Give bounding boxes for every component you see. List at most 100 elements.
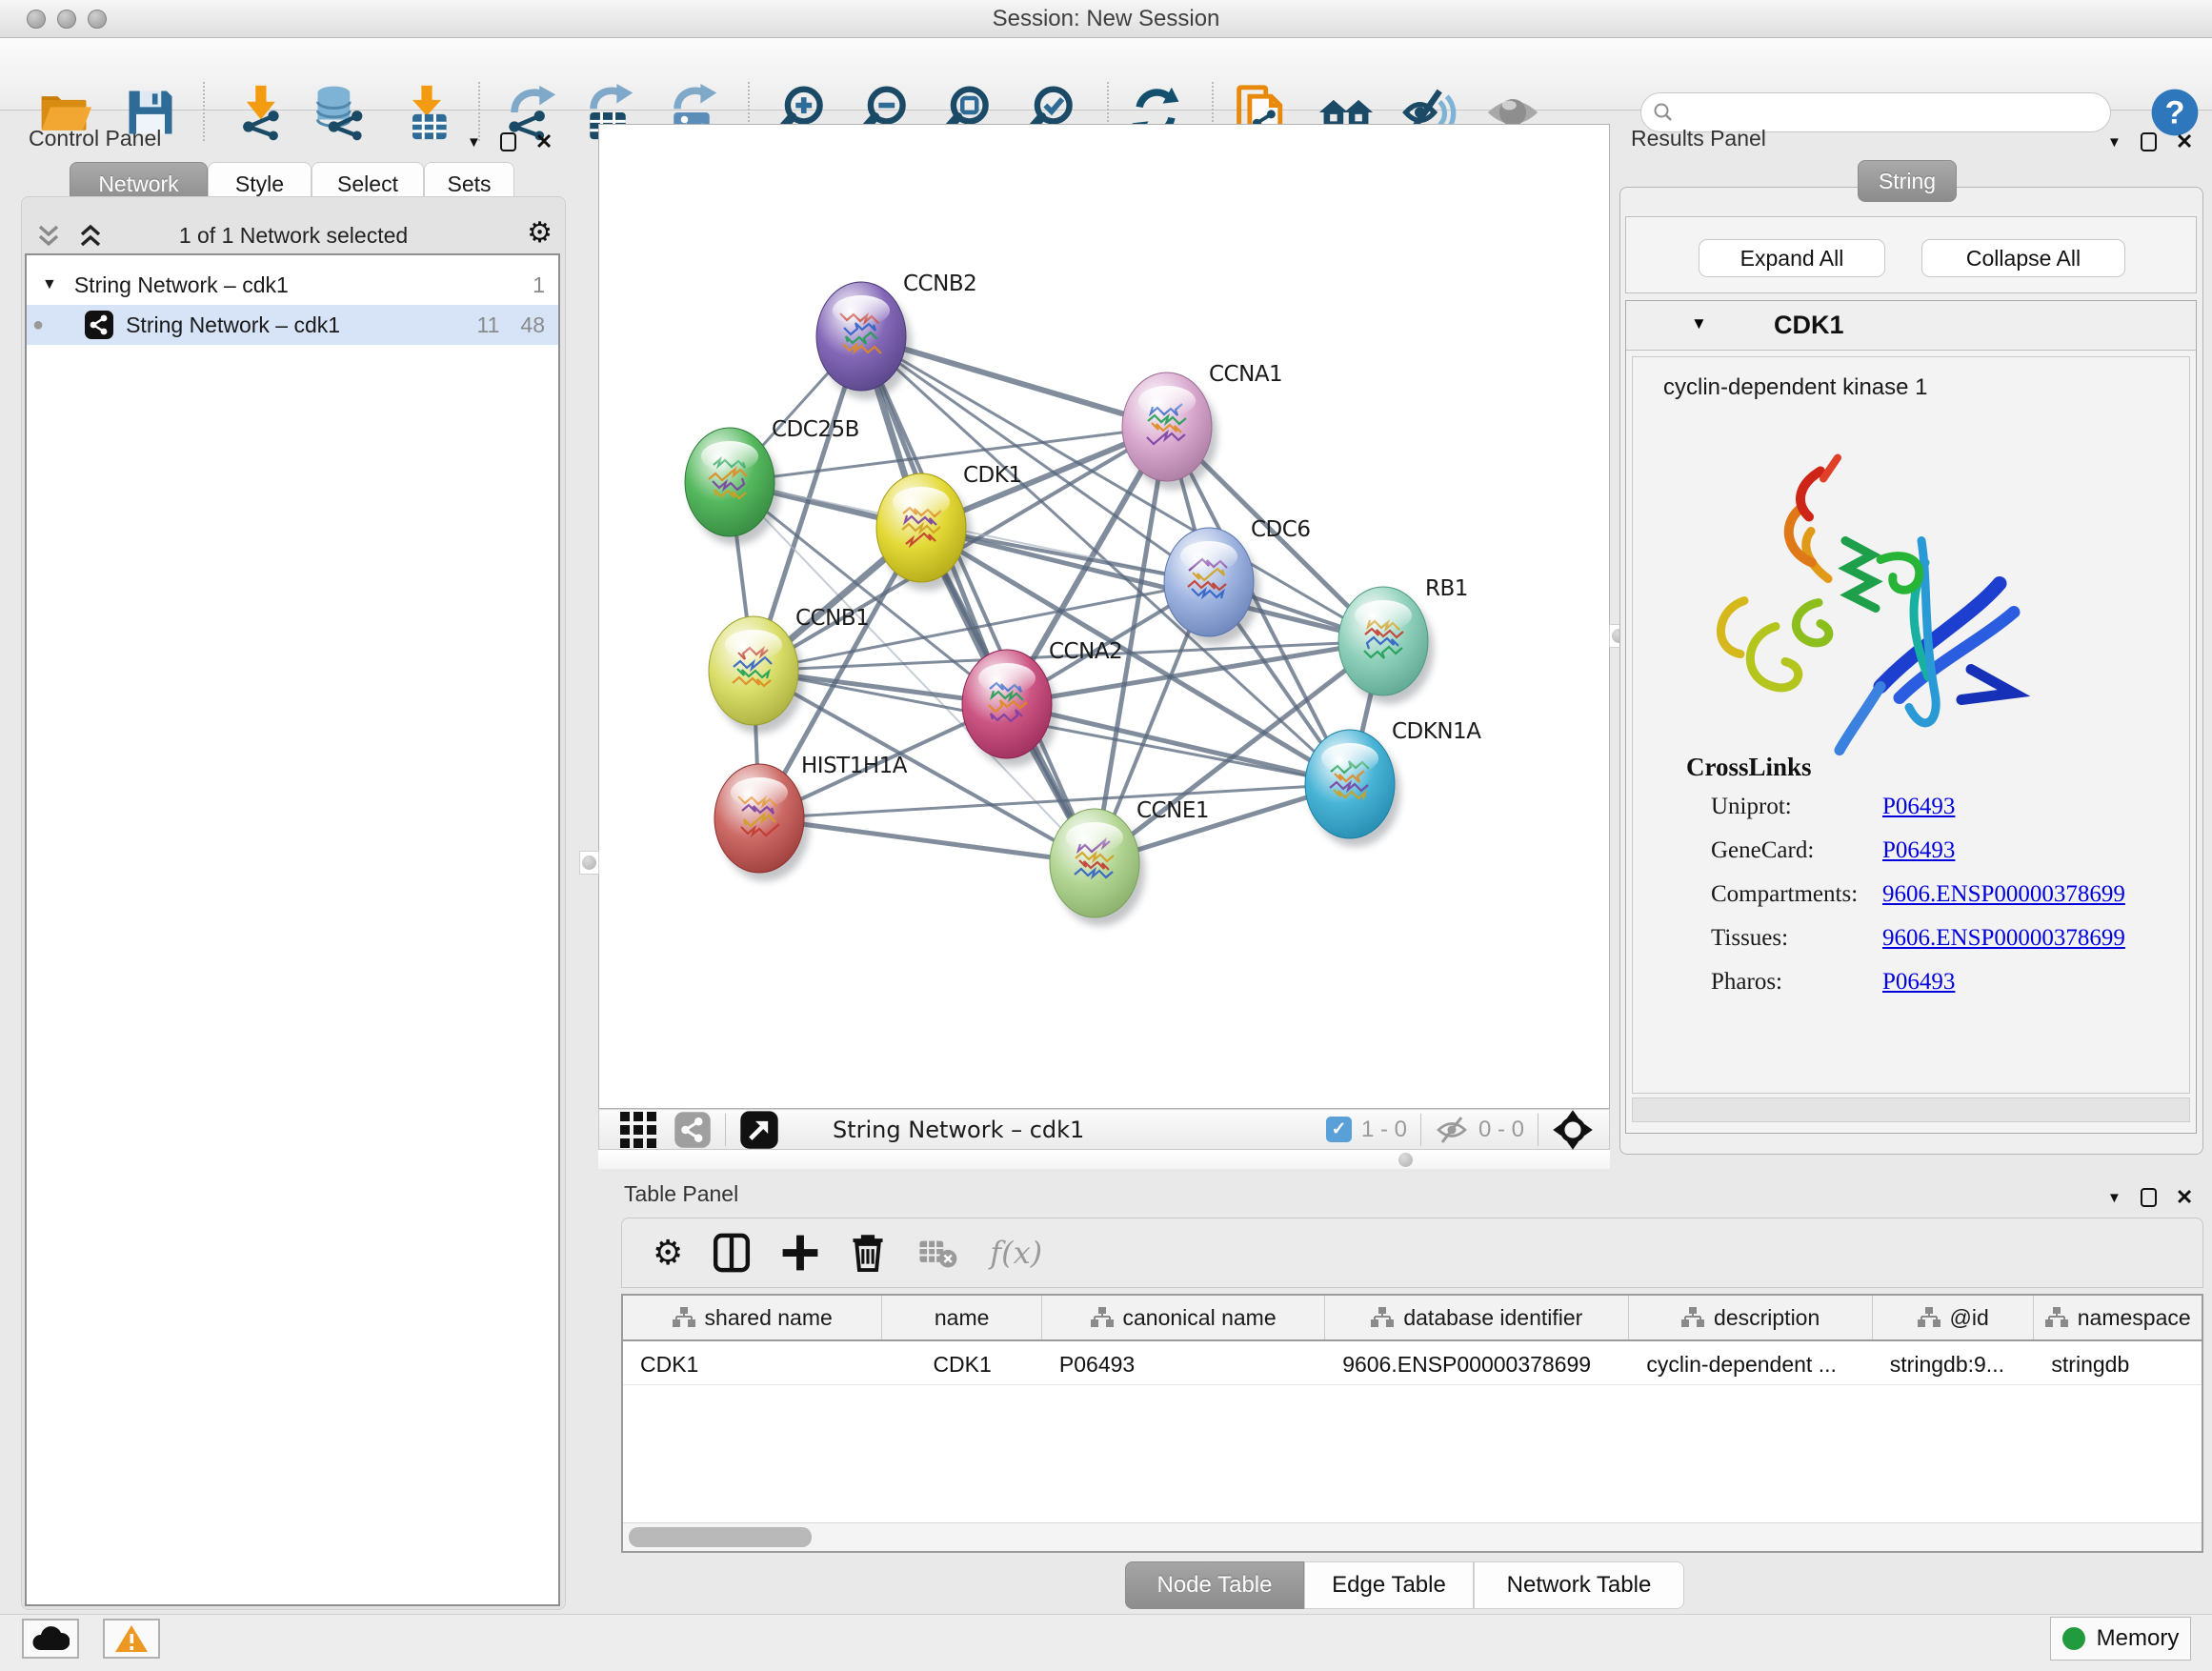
network-node-CDKN1A[interactable]: CDKN1A	[1305, 719, 1481, 847]
selected-checkbox-icon[interactable]: ✓	[1326, 1117, 1352, 1142]
column-header[interactable]: shared name	[623, 1296, 882, 1339]
panel-float-icon[interactable]	[2141, 132, 2157, 151]
network-node-CCNE1[interactable]: CCNE1	[1050, 798, 1209, 926]
network-options-gear-icon[interactable]: ⚙	[527, 219, 553, 248]
panel-menu-icon[interactable]: ▼	[2107, 1190, 2122, 1206]
panel-close-icon[interactable]: ✕	[2176, 130, 2193, 154]
column-header[interactable]: @id	[1873, 1296, 2035, 1339]
results-panel-controls: ▼ ✕	[2107, 130, 2193, 154]
network-status-dot-icon: ●	[32, 314, 44, 336]
panel-menu-icon[interactable]: ▼	[467, 134, 481, 151]
collapse-all-button[interactable]: Collapse All	[1921, 239, 2125, 277]
column-tree-icon	[1918, 1307, 1941, 1328]
collection-count: 1	[533, 272, 545, 298]
table-tabs: Node Table Edge Table Network Table	[1125, 1561, 1684, 1609]
column-header[interactable]: database identifier	[1325, 1296, 1629, 1339]
column-tree-icon	[1091, 1307, 1114, 1328]
tab-node-table[interactable]: Node Table	[1125, 1561, 1304, 1609]
window-title: Session: New Session	[0, 0, 2212, 38]
horizontal-splitter[interactable]	[598, 1150, 1610, 1169]
tab-network-table[interactable]: Network Table	[1474, 1561, 1684, 1609]
node-label-CDK1: CDK1	[963, 463, 1022, 488]
table-row[interactable]: CDK1 CDK1 P06493 9606.ENSP00000378699 cy…	[623, 1343, 2202, 1385]
section-expand-icon[interactable]: ▼	[1691, 314, 1707, 333]
import-table-file-icon[interactable]	[398, 84, 455, 141]
network-tree: ▼ String Network – cdk1 1 ● String Netwo…	[25, 253, 560, 1606]
crosslink-value-link[interactable]: P06493	[1882, 969, 1955, 996]
birdseye-view-icon[interactable]	[739, 1110, 779, 1150]
panel-float-icon[interactable]	[500, 132, 516, 151]
import-network-database-icon[interactable]	[311, 84, 368, 141]
crosslink-value-link[interactable]: 9606.ENSP00000378699	[1882, 881, 2125, 908]
crosslink-value-link[interactable]: 9606.ENSP00000378699	[1882, 925, 2125, 952]
collection-expand-icon[interactable]: ▼	[42, 276, 57, 293]
svg-text:?: ?	[2165, 94, 2185, 131]
bottom-splitter-handle[interactable]	[1398, 1153, 1413, 1167]
network-edge-CCNB2-CCNE1[interactable]	[861, 336, 1095, 863]
results-gene-section: ▼ CDK1 cyclin-dependent kinase 1	[1625, 300, 2197, 1134]
node-label-HIST1H1A: HIST1H1A	[801, 754, 908, 778]
panel-close-icon[interactable]: ✕	[535, 130, 553, 154]
crosslinks-title: CrossLinks	[1686, 753, 1812, 782]
network-node-HIST1H1A[interactable]: HIST1H1A	[714, 754, 908, 881]
show-columns-icon[interactable]	[712, 1232, 752, 1274]
table-hscrollbar-thumb[interactable]	[629, 1527, 812, 1547]
column-header[interactable]: description	[1629, 1296, 1872, 1339]
share-view-icon[interactable]	[674, 1111, 712, 1149]
selected-counts: 1 - 0	[1361, 1117, 1407, 1143]
results-scrollbar[interactable]	[1632, 1097, 2190, 1122]
pan-crosshair-icon[interactable]	[1552, 1109, 1594, 1151]
tab-edge-table[interactable]: Edge Table	[1304, 1561, 1474, 1609]
cloud-icon	[31, 1625, 70, 1652]
gene-description: cyclin-dependent kinase 1	[1663, 374, 1928, 401]
column-tree-icon	[2045, 1307, 2068, 1328]
gene-section-body: cyclin-dependent kinase 1	[1632, 356, 2190, 1094]
panel-menu-icon[interactable]: ▼	[2107, 134, 2122, 151]
toolbar-separator	[1420, 1114, 1421, 1146]
table-hscrollbar[interactable]	[623, 1522, 2202, 1551]
node-label-CCNA1: CCNA1	[1209, 362, 1282, 387]
collection-label: String Network – cdk1	[74, 272, 289, 298]
column-tree-icon	[1681, 1307, 1704, 1328]
column-header[interactable]: namespace	[2034, 1296, 2202, 1339]
grid-view-icon[interactable]	[620, 1112, 656, 1148]
cloud-button[interactable]	[22, 1619, 79, 1659]
panel-float-icon[interactable]	[2141, 1188, 2157, 1207]
panel-close-icon[interactable]: ✕	[2176, 1185, 2193, 1210]
crosslink-value-link[interactable]: P06493	[1882, 794, 1955, 820]
left-splitter-handle[interactable]	[579, 851, 599, 875]
gene-section-header[interactable]: ▼ CDK1	[1626, 301, 2196, 351]
network-view-toolbar: String Network – cdk1 ✓ 1 - 0 0 - 0	[598, 1109, 1610, 1150]
node-label-RB1: RB1	[1425, 576, 1468, 601]
node-label-CCNB2: CCNB2	[903, 272, 976, 296]
search-input[interactable]	[1674, 100, 2110, 125]
warning-icon	[114, 1623, 149, 1654]
column-header[interactable]: name	[882, 1296, 1042, 1339]
memory-button[interactable]: Memory	[2050, 1617, 2191, 1661]
crosslink-value-link[interactable]: P06493	[1882, 837, 1955, 864]
warning-button[interactable]	[103, 1619, 160, 1659]
network-edge-CCNA2-CDKN1A[interactable]	[1007, 704, 1350, 784]
network-canvas[interactable]: CCNB2CCNA1CDC25BCDK1CDC6RB1CCNB1CCNA2CDK…	[598, 124, 1610, 1109]
network-node-CCNB1[interactable]: CCNB1	[709, 606, 869, 734]
network-node-CCNB2[interactable]: CCNB2	[816, 272, 976, 399]
add-column-icon[interactable]	[780, 1233, 820, 1273]
network-row-selected[interactable]: ● String Network – cdk1 11 48	[27, 305, 558, 345]
column-header[interactable]: canonical name	[1042, 1296, 1325, 1339]
tab-string[interactable]: String	[1858, 160, 1957, 202]
edge-count: 48	[520, 312, 545, 338]
delete-column-icon[interactable]	[849, 1232, 887, 1274]
network-node-RB1[interactable]: RB1	[1338, 576, 1468, 704]
node-label-CCNB1: CCNB1	[795, 606, 869, 631]
import-network-file-icon[interactable]	[231, 84, 288, 141]
expand-all-button[interactable]: Expand All	[1699, 239, 1885, 277]
network-node-CCNA1[interactable]: CCNA1	[1122, 362, 1282, 490]
results-panel-title: Results Panel	[1631, 126, 1766, 151]
function-builder-icon-disabled[interactable]: f(x)	[990, 1235, 1042, 1271]
status-bar: Memory	[0, 1614, 2212, 1671]
network-node-CDC6[interactable]: CDC6	[1164, 517, 1310, 645]
delete-table-icon-disabled[interactable]	[917, 1236, 957, 1270]
network-collection-row[interactable]: ▼ String Network – cdk1 1	[27, 265, 558, 305]
table-options-gear-icon[interactable]: ⚙	[653, 1236, 683, 1270]
node-label-CDC6: CDC6	[1251, 517, 1310, 542]
